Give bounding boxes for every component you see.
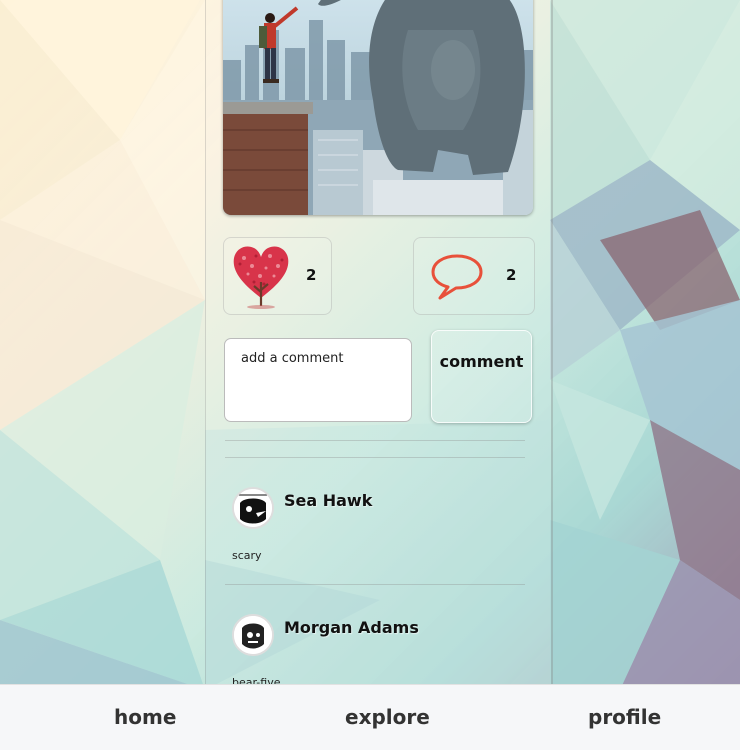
- divider: [225, 440, 525, 441]
- commenter-name[interactable]: Morgan Adams: [284, 618, 419, 637]
- comment-text: scary: [232, 549, 262, 562]
- avatar[interactable]: [232, 614, 274, 656]
- comment-submit-button[interactable]: comment: [431, 330, 532, 423]
- avatar[interactable]: [232, 487, 274, 529]
- commenter-name[interactable]: Sea Hawk: [284, 491, 372, 510]
- bottom-nav: home explore profile: [0, 684, 740, 750]
- speech-bubble-icon[interactable]: [430, 252, 484, 300]
- divider: [225, 457, 525, 458]
- nav-explore-link[interactable]: explore: [345, 705, 430, 729]
- like-stat[interactable]: 2: [223, 237, 332, 315]
- divider: [225, 584, 525, 585]
- comment-stat[interactable]: 2: [413, 237, 535, 315]
- nav-home-link[interactable]: home: [114, 705, 176, 729]
- comment-count: 2: [506, 266, 517, 284]
- nav-profile-link[interactable]: profile: [588, 705, 661, 729]
- heart-tree-icon[interactable]: [230, 242, 292, 310]
- post-image[interactable]: [223, 0, 533, 215]
- like-count: 2: [306, 266, 317, 284]
- comment-input[interactable]: [224, 338, 412, 422]
